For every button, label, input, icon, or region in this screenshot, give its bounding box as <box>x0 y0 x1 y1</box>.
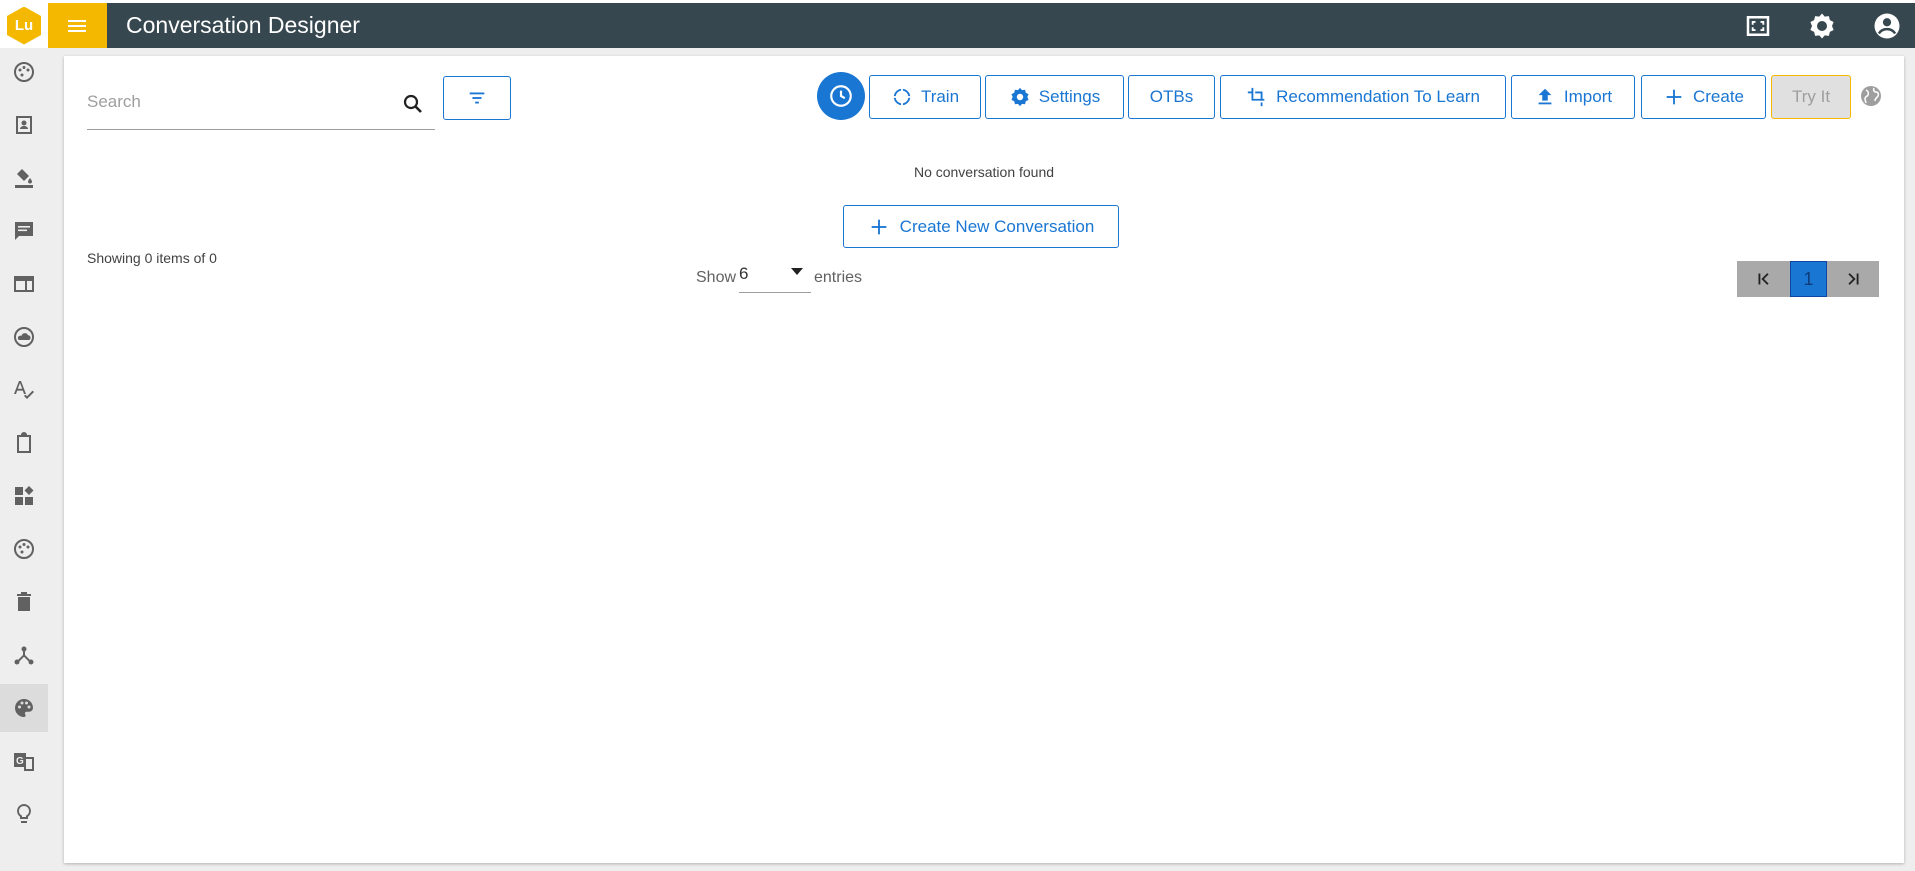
trash-icon <box>17 592 31 611</box>
nav-item-conversation-designer[interactable] <box>0 684 48 732</box>
nav-item-hub[interactable] <box>0 631 48 679</box>
nav-item-contacts[interactable] <box>0 101 48 149</box>
nav-item-chat[interactable] <box>0 207 48 255</box>
cloud-icon <box>14 327 34 347</box>
filter-list-icon <box>469 92 485 104</box>
empty-state-message: No conversation found <box>913 164 1055 180</box>
create-new-label: Create New Conversation <box>899 216 1095 236</box>
spellcheck-icon <box>14 381 34 399</box>
web-panel-icon <box>14 276 34 292</box>
entries-label: entries <box>814 269 863 286</box>
nav-item-translate[interactable]: G <box>0 737 48 785</box>
chat-icon <box>15 222 33 240</box>
logo-badge: Lu <box>7 6 41 45</box>
widgets-icon <box>15 486 34 505</box>
nav-item-ideas[interactable] <box>0 790 48 838</box>
nav-item-cloud[interactable] <box>0 313 48 361</box>
gear-icon <box>1011 87 1029 107</box>
globe-icon[interactable] <box>1859 84 1883 108</box>
search-icon[interactable] <box>401 92 425 116</box>
nav-item-spellcheck[interactable] <box>0 366 48 414</box>
dropdown-caret-icon <box>791 268 803 275</box>
svg-text:G: G <box>16 756 24 767</box>
hamburger-menu-icon <box>67 19 86 32</box>
menu-button[interactable] <box>48 3 107 48</box>
page-title: Conversation Designer <box>126 12 360 38</box>
nav-item-palette-dots-2[interactable] <box>0 525 48 573</box>
recommendation-label: Recommendation To Learn <box>1276 87 1480 106</box>
account-circle-icon[interactable] <box>1872 11 1902 41</box>
otbs-label: OTBs <box>1149 87 1194 106</box>
palette-dots-icon <box>14 62 34 82</box>
nav-item-web[interactable] <box>0 260 48 308</box>
items-count-text: Showing 0 items of 0 <box>87 250 217 266</box>
pagination: 1 <box>1737 261 1879 297</box>
try-it-button[interactable]: Try It <box>1771 75 1851 119</box>
last-page-button[interactable] <box>1827 261 1879 297</box>
plus-icon <box>871 219 887 234</box>
paint-bucket-icon <box>15 169 33 188</box>
import-button[interactable]: Import <box>1511 75 1635 119</box>
nav-item-trash[interactable] <box>0 578 48 626</box>
palette-icon <box>15 699 33 717</box>
lightbulb-icon <box>17 804 31 823</box>
settings-label: Settings <box>1038 87 1101 106</box>
create-new-conversation-button[interactable]: Create New Conversation <box>843 205 1119 248</box>
fullscreen-icon[interactable] <box>1743 11 1773 41</box>
entries-value: 6 <box>739 264 749 283</box>
show-label: Show <box>696 269 737 286</box>
first-page-icon <box>1758 273 1769 285</box>
entries-per-page-select[interactable]: 6 <box>739 258 811 293</box>
nav-item-clipboard[interactable] <box>0 419 48 467</box>
nav-item-palette-dots[interactable] <box>0 48 48 96</box>
filter-button[interactable] <box>443 76 511 120</box>
side-navigation: G <box>0 48 48 871</box>
create-label: Create <box>1692 87 1745 106</box>
last-page-icon <box>1848 273 1859 285</box>
clipboard-icon <box>17 432 31 453</box>
settings-icon[interactable] <box>1807 11 1837 41</box>
hub-icon <box>14 646 34 665</box>
nav-item-widgets[interactable] <box>0 472 48 520</box>
nav-item-theme[interactable] <box>0 154 48 202</box>
translate-icon: G <box>14 753 34 771</box>
train-sync-icon <box>893 88 911 106</box>
top-app-bar: Lu Conversation Designer <box>0 0 1915 48</box>
search-input[interactable] <box>87 88 387 116</box>
search-box <box>87 78 435 130</box>
palette-dots-icon <box>14 539 34 559</box>
main-card: Train Settings OTBs Recommendation To Le… <box>64 56 1904 863</box>
app-logo[interactable]: Lu <box>0 3 48 48</box>
train-label: Train <box>920 87 960 106</box>
recommendation-to-learn-button[interactable]: Recommendation To Learn <box>1220 75 1506 119</box>
history-button[interactable] <box>817 72 865 120</box>
crop-icon <box>1247 87 1265 107</box>
import-label: Import <box>1563 87 1613 106</box>
otbs-button[interactable]: OTBs <box>1128 75 1215 119</box>
clock-icon <box>830 85 852 107</box>
create-button[interactable]: Create <box>1641 75 1766 119</box>
first-page-button[interactable] <box>1737 261 1790 297</box>
contact-card-icon <box>16 116 32 134</box>
plus-icon <box>1666 89 1682 105</box>
page-number-current[interactable]: 1 <box>1790 261 1827 297</box>
train-button[interactable]: Train <box>869 75 981 119</box>
settings-button[interactable]: Settings <box>985 75 1124 119</box>
upload-icon <box>1538 88 1552 105</box>
